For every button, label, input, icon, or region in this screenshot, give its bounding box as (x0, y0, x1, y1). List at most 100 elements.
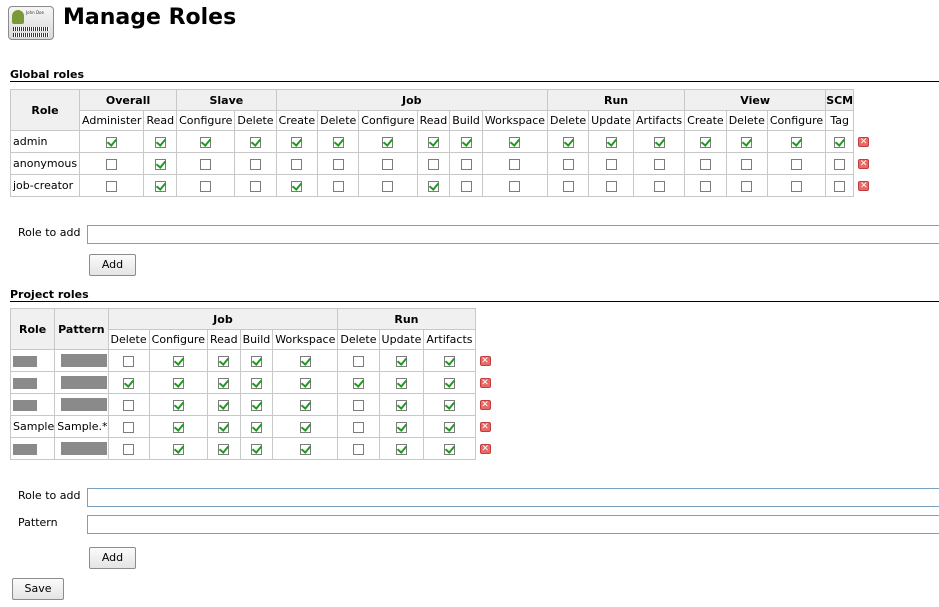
permission-checkbox[interactable] (218, 355, 230, 367)
delete-role-icon[interactable]: ✕ (858, 181, 870, 191)
global-add-button[interactable]: Add (89, 254, 136, 276)
permission-checkbox[interactable] (250, 421, 262, 433)
permission-checkbox[interactable] (427, 136, 439, 148)
permission-checkbox[interactable] (123, 399, 135, 411)
permission-checkbox[interactable] (291, 158, 303, 170)
permission-checkbox[interactable] (699, 158, 711, 170)
delete-role-icon[interactable]: ✕ (479, 356, 491, 366)
permission-checkbox[interactable] (741, 180, 753, 192)
permission-checkbox[interactable] (250, 136, 261, 148)
permission-checkbox[interactable] (352, 355, 364, 367)
permission-checkbox[interactable] (834, 158, 846, 170)
permission-checkbox[interactable] (443, 399, 455, 411)
permission-checkbox[interactable] (395, 399, 407, 411)
permission-checkbox[interactable] (250, 158, 261, 170)
permission-checkbox[interactable] (106, 180, 118, 192)
permission-checkbox[interactable] (200, 158, 212, 170)
permission-checkbox[interactable] (509, 136, 521, 148)
permission-checkbox[interactable] (299, 421, 311, 433)
permission-checkbox[interactable] (834, 180, 846, 192)
permission-checkbox[interactable] (123, 421, 135, 433)
permission-checkbox[interactable] (218, 421, 230, 433)
permission-checkbox[interactable] (332, 180, 344, 192)
permission-checkbox[interactable] (427, 180, 439, 192)
permission-checkbox[interactable] (699, 136, 711, 148)
delete-role-icon[interactable]: ✕ (479, 444, 491, 454)
permission-checkbox[interactable] (172, 443, 184, 455)
permission-checkbox[interactable] (443, 377, 455, 389)
permission-checkbox[interactable] (382, 158, 394, 170)
permission-checkbox[interactable] (172, 355, 184, 367)
permission-checkbox[interactable] (154, 136, 166, 148)
permission-checkbox[interactable] (123, 355, 135, 367)
permission-checkbox[interactable] (791, 136, 803, 148)
permission-checkbox[interactable] (106, 136, 118, 148)
permission-checkbox[interactable] (218, 443, 230, 455)
permission-checkbox[interactable] (741, 136, 753, 148)
permission-checkbox[interactable] (791, 158, 803, 170)
permission-checkbox[interactable] (395, 377, 407, 389)
permission-checkbox[interactable] (460, 158, 472, 170)
delete-role-icon[interactable]: ✕ (479, 378, 491, 388)
delete-role-icon[interactable]: ✕ (479, 422, 491, 432)
permission-checkbox[interactable] (123, 443, 135, 455)
permission-checkbox[interactable] (352, 399, 364, 411)
permission-checkbox[interactable] (299, 377, 311, 389)
permission-checkbox[interactable] (791, 180, 803, 192)
permission-checkbox[interactable] (653, 158, 665, 170)
permission-checkbox[interactable] (443, 355, 455, 367)
permission-checkbox[interactable] (395, 421, 407, 433)
permission-checkbox[interactable] (605, 180, 617, 192)
permission-checkbox[interactable] (154, 158, 166, 170)
permission-checkbox[interactable] (332, 158, 344, 170)
permission-checkbox[interactable] (605, 136, 617, 148)
permission-checkbox[interactable] (291, 180, 303, 192)
permission-checkbox[interactable] (299, 355, 311, 367)
permission-checkbox[interactable] (605, 158, 617, 170)
permission-checkbox[interactable] (352, 421, 364, 433)
permission-checkbox[interactable] (218, 377, 230, 389)
save-button[interactable]: Save (12, 578, 64, 600)
permission-checkbox[interactable] (200, 136, 212, 148)
permission-checkbox[interactable] (200, 180, 212, 192)
permission-checkbox[interactable] (250, 180, 261, 192)
permission-checkbox[interactable] (653, 180, 665, 192)
permission-checkbox[interactable] (562, 136, 574, 148)
permission-checkbox[interactable] (172, 421, 184, 433)
permission-checkbox[interactable] (562, 158, 574, 170)
permission-checkbox[interactable] (352, 377, 364, 389)
permission-checkbox[interactable] (443, 421, 455, 433)
global-role-to-add-input[interactable] (87, 225, 939, 244)
permission-checkbox[interactable] (332, 136, 344, 148)
permission-checkbox[interactable] (509, 158, 521, 170)
permission-checkbox[interactable] (250, 377, 262, 389)
permission-checkbox[interactable] (741, 158, 753, 170)
permission-checkbox[interactable] (250, 355, 262, 367)
permission-checkbox[interactable] (154, 180, 166, 192)
delete-role-icon[interactable]: ✕ (479, 400, 491, 410)
permission-checkbox[interactable] (291, 136, 303, 148)
permission-checkbox[interactable] (250, 399, 262, 411)
permission-checkbox[interactable] (699, 180, 711, 192)
permission-checkbox[interactable] (352, 443, 364, 455)
permission-checkbox[interactable] (218, 399, 230, 411)
pattern-input[interactable] (87, 515, 939, 534)
permission-checkbox[interactable] (427, 158, 439, 170)
permission-checkbox[interactable] (460, 180, 472, 192)
permission-checkbox[interactable] (172, 377, 184, 389)
permission-checkbox[interactable] (123, 377, 135, 389)
permission-checkbox[interactable] (382, 136, 394, 148)
permission-checkbox[interactable] (299, 399, 311, 411)
permission-checkbox[interactable] (395, 355, 407, 367)
delete-role-icon[interactable]: ✕ (858, 137, 870, 147)
permission-checkbox[interactable] (382, 180, 394, 192)
delete-role-icon[interactable]: ✕ (858, 159, 870, 169)
permission-checkbox[interactable] (460, 136, 472, 148)
permission-checkbox[interactable] (834, 136, 846, 148)
permission-checkbox[interactable] (299, 443, 311, 455)
permission-checkbox[interactable] (562, 180, 574, 192)
permission-checkbox[interactable] (509, 180, 521, 192)
project-add-button[interactable]: Add (89, 547, 136, 569)
permission-checkbox[interactable] (106, 158, 118, 170)
permission-checkbox[interactable] (250, 443, 262, 455)
